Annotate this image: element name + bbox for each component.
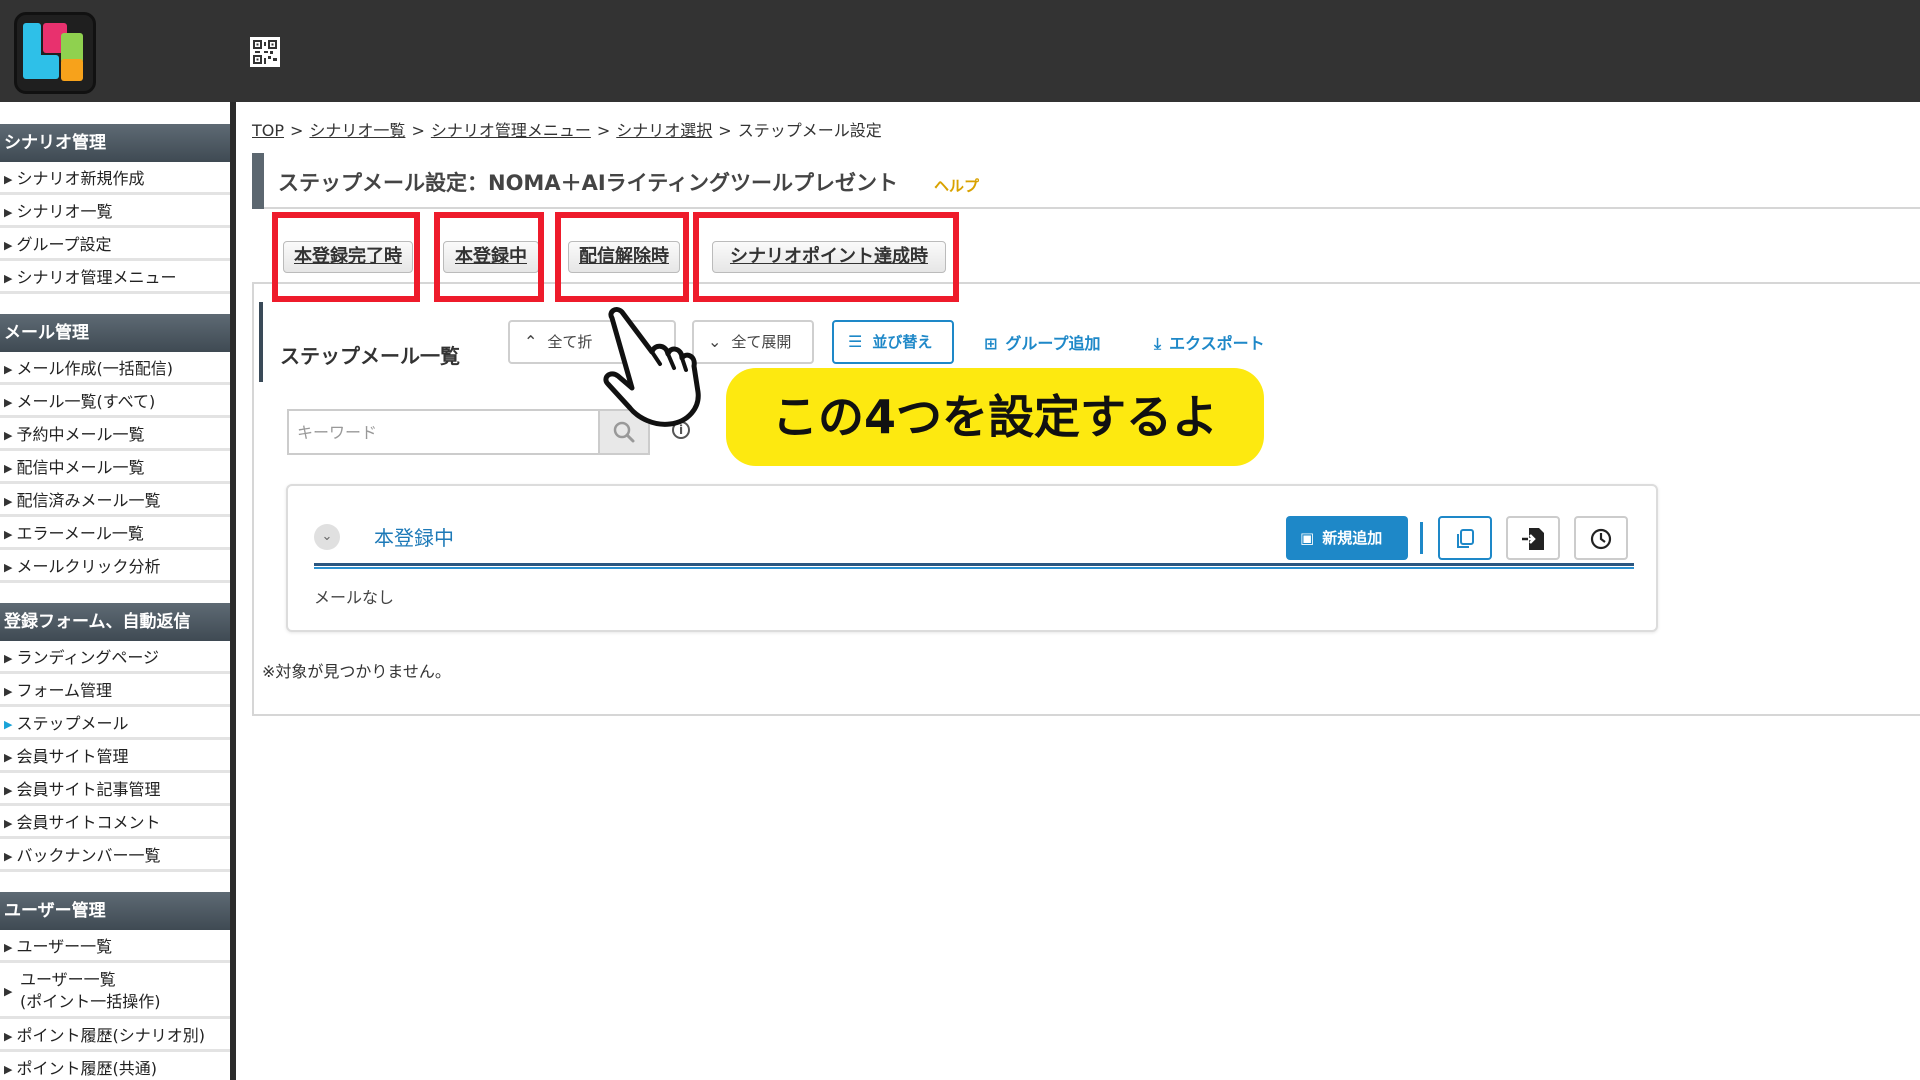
breadcrumb: TOP > シナリオ一覧 > シナリオ管理メニュー > シナリオ選択 > ステップメール設定	[252, 121, 882, 140]
page-title-bar: ステップメール設定：NOMA＋AIライティングツールプレゼント ヘルプ	[252, 153, 1920, 209]
group-divider-line	[314, 563, 1634, 569]
triangle-right-icon: ▶	[4, 206, 13, 219]
sidebar-item-step-mail[interactable]: ▶ ステップメール	[0, 707, 230, 740]
list-accent-bar	[259, 302, 263, 382]
sidebar-item-mail-sending[interactable]: ▶ 配信中メール一覧	[0, 451, 230, 484]
sidebar-item-landing-page[interactable]: ▶ ランディングページ	[0, 641, 230, 674]
triangle-right-icon: ▶	[4, 941, 13, 954]
copy-icon	[1457, 529, 1474, 548]
sidebar-item-new-scenario[interactable]: ▶ シナリオ新規作成	[0, 162, 230, 195]
sidebar: シナリオ管理 ▶ シナリオ新規作成 ▶ シナリオ一覧 ▶ グループ設定 ▶ シナリオ管理…	[0, 102, 236, 1080]
schedule-button[interactable]	[1574, 516, 1628, 560]
breadcrumb-link-scenario-menu[interactable]: シナリオ管理メニュー	[431, 121, 591, 140]
sidebar-item-user-list[interactable]: ▶ ユーザー一覧	[0, 930, 230, 963]
triangle-right-icon: ▶	[4, 1030, 13, 1043]
not-found-message: ※対象が見つかりません。	[262, 662, 451, 681]
triangle-right-icon: ▶	[4, 429, 13, 442]
sidebar-section-mail: メール管理	[0, 314, 230, 352]
sidebar-section-forms: 登録フォーム、自動返信	[0, 603, 230, 641]
sidebar-section-users: ユーザー管理	[0, 892, 230, 930]
add-box-icon: ⊞	[984, 334, 998, 353]
app-header	[0, 0, 1920, 102]
triangle-right-icon: ▶	[4, 561, 13, 574]
sidebar-item-mail-sent[interactable]: ▶ 配信済みメール一覧	[0, 484, 230, 517]
step-mail-list-title: ステップメール一覧	[280, 344, 460, 368]
sidebar-item-mail-reserved[interactable]: ▶ 予約中メール一覧	[0, 418, 230, 451]
sidebar-item-mail-create[interactable]: ▶ メール作成(一括配信)	[0, 352, 230, 385]
keyword-search-input[interactable]	[287, 409, 599, 455]
group-name[interactable]: 本登録中	[374, 522, 454, 551]
sort-lines-icon: ☰	[848, 332, 863, 351]
triangle-right-icon: ▶	[4, 685, 13, 698]
sidebar-item-point-history-scenario[interactable]: ▶ ポイント履歴(シナリオ別)	[0, 1019, 230, 1052]
add-group-button[interactable]: ⊞ グループ追加	[984, 330, 1100, 354]
app-logo[interactable]	[14, 12, 96, 94]
sort-button[interactable]: ☰ 並び替え	[832, 320, 954, 364]
sidebar-item-mail-all[interactable]: ▶ メール一覧(すべて)	[0, 385, 230, 418]
triangle-right-icon: ▶	[4, 363, 13, 376]
breadcrumb-current: ステップメール設定	[737, 121, 882, 140]
triangle-right-icon: ▶	[4, 396, 13, 409]
empty-mail-text: メールなし	[314, 588, 395, 607]
triangle-right-icon: ▶	[4, 239, 13, 252]
page-title: ステップメール設定：NOMA＋AIライティングツールプレゼント	[278, 171, 898, 195]
triangle-right-icon: ▶	[4, 495, 13, 508]
triangle-right-icon: ▶	[4, 1063, 13, 1076]
toolbar-divider	[1420, 522, 1423, 554]
sidebar-item-scenario-list[interactable]: ▶ シナリオ一覧	[0, 195, 230, 228]
chevron-up-icon: ⌃	[524, 332, 538, 351]
highlight-box-tab-2	[434, 212, 544, 302]
sidebar-item-member-articles[interactable]: ▶ 会員サイト記事管理	[0, 773, 230, 806]
new-document-icon: ▣	[1300, 529, 1315, 547]
triangle-right-icon: ▶	[4, 817, 13, 830]
highlight-box-tab-1	[272, 212, 420, 302]
copy-group-button[interactable]	[1438, 516, 1492, 560]
sidebar-item-member-site[interactable]: ▶ 会員サイト管理	[0, 740, 230, 773]
export-button[interactable]: ⤓ エクスポート	[1154, 330, 1265, 354]
sidebar-item-point-history-common[interactable]: ▶ ポイント履歴(共通)	[0, 1052, 230, 1080]
triangle-right-icon: ▶	[4, 718, 13, 731]
sidebar-item-mail-click[interactable]: ▶ メールクリック分析	[0, 550, 230, 583]
callout-bubble: この4つを設定するよ	[726, 368, 1264, 466]
sidebar-item-backnumbers[interactable]: ▶ バックナンバー一覧	[0, 839, 230, 872]
triangle-right-icon: ▶	[4, 751, 13, 764]
title-accent-bar	[252, 153, 264, 209]
triangle-right-icon: ▶	[4, 784, 13, 797]
chevron-down-icon[interactable]: ⌄	[314, 524, 340, 550]
triangle-right-icon: ▶	[4, 850, 13, 863]
sidebar-item-form-manage[interactable]: ▶ フォーム管理	[0, 674, 230, 707]
triangle-right-icon: ▶	[4, 272, 13, 285]
triangle-right-icon: ▶	[4, 462, 13, 475]
group-card: ⌄ 本登録中 ▣ 新規追加 メールなし	[286, 484, 1658, 632]
highlight-box-tab-4	[693, 212, 959, 302]
breadcrumb-link-top[interactable]: TOP	[252, 121, 284, 140]
download-icon: ⤓	[1154, 334, 1162, 353]
qr-code-icon[interactable]	[250, 37, 280, 67]
add-new-mail-button[interactable]: ▣ 新規追加	[1286, 516, 1408, 560]
sidebar-section-scenario: シナリオ管理	[0, 124, 230, 162]
help-link[interactable]: ヘルプ	[934, 175, 979, 196]
triangle-right-icon: ▶	[4, 528, 13, 541]
file-import-icon	[1522, 528, 1544, 550]
sidebar-item-member-comments[interactable]: ▶ 会員サイトコメント	[0, 806, 230, 839]
sidebar-item-scenario-menu[interactable]: ▶ シナリオ管理メニュー	[0, 261, 230, 294]
clock-icon	[1590, 528, 1612, 550]
triangle-right-icon: ▶	[4, 652, 13, 665]
pointing-hand-icon	[603, 307, 701, 427]
import-button[interactable]	[1506, 516, 1560, 560]
sidebar-item-user-list-points[interactable]: ▶ ユーザー一覧 (ポイント一括操作)	[0, 963, 230, 1019]
breadcrumb-link-scenario-select[interactable]: シナリオ選択	[616, 121, 712, 140]
breadcrumb-link-scenario-list[interactable]: シナリオ一覧	[309, 121, 405, 140]
sidebar-item-mail-error[interactable]: ▶ エラーメール一覧	[0, 517, 230, 550]
triangle-right-icon: ▶	[4, 173, 13, 186]
sidebar-item-group-settings[interactable]: ▶ グループ設定	[0, 228, 230, 261]
highlight-box-tab-3	[555, 212, 689, 302]
triangle-right-icon: ▶	[4, 985, 13, 998]
